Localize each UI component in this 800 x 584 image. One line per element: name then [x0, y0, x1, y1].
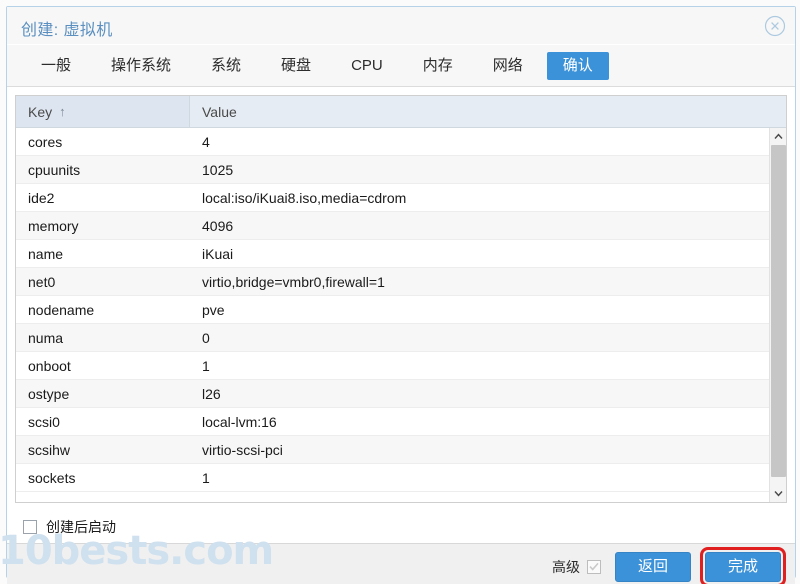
cell-value: pve: [202, 301, 225, 318]
table-row[interactable]: scsi0 local-lvm:16: [16, 408, 769, 436]
cell-key: onboot: [28, 357, 71, 374]
cell-value: local:iso/iKuai8.iso,media=cdrom: [202, 189, 407, 206]
scrollbar-thumb[interactable]: [771, 145, 786, 477]
close-icon[interactable]: [764, 15, 786, 37]
cell-key: scsi0: [28, 413, 60, 430]
tab-general[interactable]: 一般: [25, 52, 87, 80]
column-header-value[interactable]: Value: [190, 96, 786, 127]
tab-harddisk[interactable]: 硬盘: [265, 52, 327, 80]
dialog-titlebar: 创建: 虚拟机: [7, 7, 795, 45]
start-after-create-label: 创建后启动: [46, 519, 116, 535]
finish-button[interactable]: 完成: [699, 546, 787, 584]
grid-header-row: Key ↑ Value: [16, 96, 786, 128]
tab-cpu[interactable]: CPU: [335, 52, 399, 80]
cell-key: net0: [28, 273, 56, 290]
start-after-create-row: 创建后启动: [15, 511, 787, 543]
tab-os[interactable]: 操作系统: [95, 52, 187, 80]
table-row[interactable]: sockets 1: [16, 464, 769, 492]
table-row[interactable]: net0 virtio,bridge=vmbr0,firewall=1: [16, 268, 769, 296]
create-vm-dialog: 创建: 虚拟机 一般 操作系统 系统 硬盘 CPU 内存 网络 确认 Key ↑…: [6, 6, 796, 584]
table-row[interactable]: scsihw virtio-scsi-pci: [16, 436, 769, 464]
scroll-up-icon[interactable]: [770, 128, 786, 145]
sort-ascending-icon: ↑: [59, 104, 66, 119]
tab-confirm[interactable]: 确认: [546, 51, 609, 80]
advanced-group: 高级: [552, 557, 601, 577]
table-row[interactable]: name iKuai: [16, 240, 769, 268]
cell-value: virtio,bridge=vmbr0,firewall=1: [202, 273, 385, 290]
cell-key: nodename: [28, 301, 95, 318]
column-header-key[interactable]: Key ↑: [16, 96, 190, 127]
cell-value: 1025: [202, 161, 234, 178]
column-header-key-label: Key: [28, 103, 53, 120]
advanced-label: 高级: [551, 558, 580, 575]
advanced-checkbox[interactable]: [586, 559, 601, 574]
cell-value: 4: [202, 133, 210, 150]
cell-key: name: [28, 245, 64, 262]
wizard-tabbar: 一般 操作系统 系统 硬盘 CPU 内存 网络 确认: [7, 45, 795, 87]
cell-key: cpuunits: [28, 161, 81, 178]
dialog-footer: 高级 返回 完成: [7, 543, 795, 584]
cell-key: ide2: [28, 189, 55, 206]
table-row[interactable]: ostype l26: [16, 380, 769, 408]
table-row[interactable]: memory 4096: [16, 212, 769, 240]
tab-memory[interactable]: 内存: [407, 52, 469, 80]
cell-value: local-lvm:16: [202, 413, 277, 430]
grid-vertical-scrollbar[interactable]: [769, 128, 786, 502]
cell-value: 1: [202, 469, 210, 486]
cell-key: scsihw: [28, 441, 71, 458]
summary-grid: Key ↑ Value cores 4 cpuunits 1025 ide2 local:…: [15, 95, 787, 503]
cell-value: 0: [202, 329, 210, 346]
cell-value: virtio-scsi-pci: [202, 441, 283, 458]
back-button[interactable]: 返回: [614, 551, 691, 582]
cell-value: 1: [202, 357, 210, 374]
column-header-value-label: Value: [202, 103, 237, 120]
table-row[interactable]: onboot 1: [16, 352, 769, 380]
tab-system[interactable]: 系统: [195, 52, 257, 80]
cell-value: iKuai: [202, 245, 234, 262]
cell-key: numa: [28, 329, 64, 346]
table-row[interactable]: cores 4: [16, 128, 769, 156]
start-after-create-checkbox[interactable]: [23, 520, 37, 534]
table-row[interactable]: numa 0: [16, 324, 769, 352]
grid-body: cores 4 cpuunits 1025 ide2 local:iso/iKuai8.i…: [16, 128, 769, 502]
table-row[interactable]: cpuunits 1025: [16, 156, 769, 184]
cell-key: cores: [28, 133, 63, 150]
table-row[interactable]: ide2 local:iso/iKuai8.iso,media=cdrom: [16, 184, 769, 212]
screen: 创建: 虚拟机 一般 操作系统 系统 硬盘 CPU 内存 网络 确认 Key ↑…: [0, 0, 800, 584]
cell-value: l26: [202, 385, 221, 402]
cell-key: memory: [28, 217, 79, 234]
dialog-title: 创建: 虚拟机: [21, 22, 113, 39]
table-row[interactable]: nodename pve: [16, 296, 769, 324]
scroll-down-icon[interactable]: [770, 485, 786, 502]
tab-network[interactable]: 网络: [477, 52, 539, 80]
dialog-body: Key ↑ Value cores 4 cpuunits 1025 ide2 local:…: [7, 87, 795, 543]
cell-key: ostype: [28, 385, 70, 402]
cell-value: 4096: [202, 217, 234, 234]
cell-key: sockets: [28, 469, 76, 486]
